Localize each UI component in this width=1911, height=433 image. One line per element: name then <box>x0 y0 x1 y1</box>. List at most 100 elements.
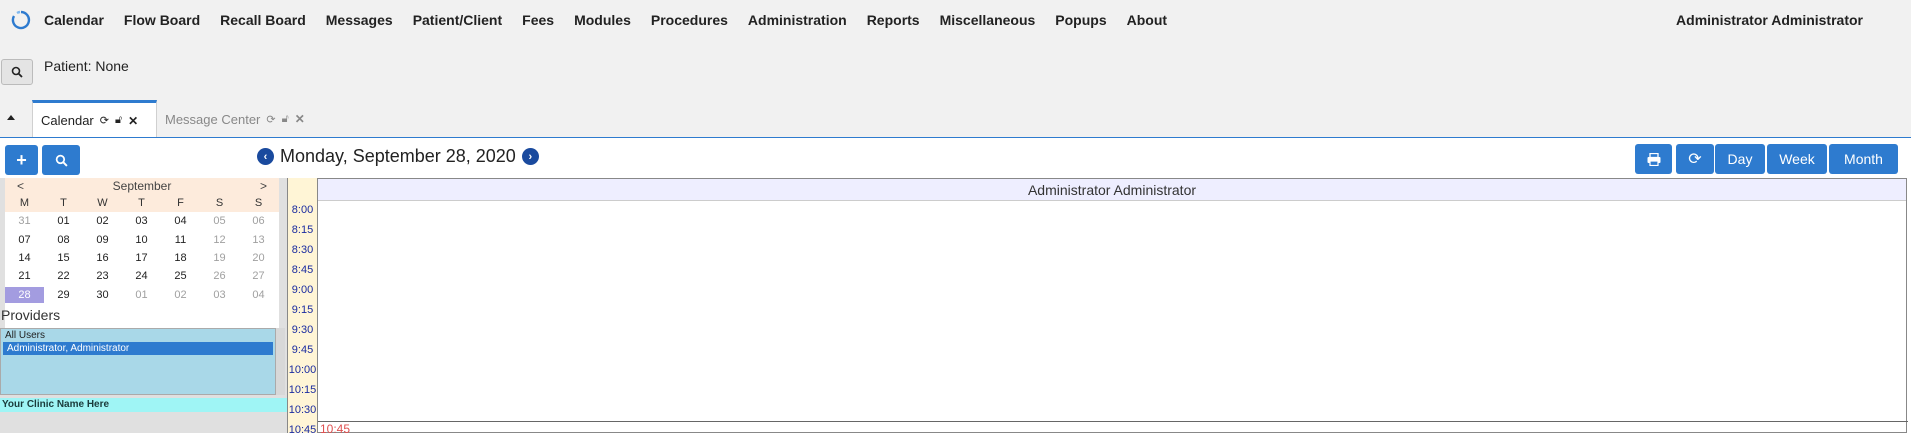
nav-calendar[interactable]: Calendar <box>44 12 104 28</box>
search-icon <box>55 154 68 167</box>
tab-label: Calendar <box>41 113 94 128</box>
calendar-day[interactable]: 17 <box>122 252 161 264</box>
calendar-day[interactable]: 10 <box>122 234 161 246</box>
calendar-day[interactable]: 24 <box>122 270 161 282</box>
calendar-day[interactable]: 02 <box>83 215 122 227</box>
search-events-button[interactable] <box>42 145 80 175</box>
calendar-day[interactable]: 23 <box>83 270 122 282</box>
time-slot-label[interactable]: 10:15 <box>288 380 317 400</box>
app-logo-icon[interactable] <box>10 9 32 31</box>
calendar-day[interactable]: 14 <box>5 252 44 264</box>
calendar-day[interactable]: 01 <box>122 289 161 301</box>
time-slot-label[interactable]: 10:30 <box>288 400 317 420</box>
mini-calendar-month: September <box>112 179 172 193</box>
calendar-day[interactable]: 15 <box>44 252 83 264</box>
collapse-up-icon[interactable] <box>7 115 15 120</box>
unlock-icon[interactable]: 🔓︎ <box>115 114 122 127</box>
day-view-button[interactable]: Day <box>1715 144 1765 174</box>
tab-label: Message Center <box>165 111 261 127</box>
nav-procedures[interactable]: Procedures <box>651 12 728 28</box>
calendar-day[interactable]: 16 <box>83 252 122 264</box>
calendar-day[interactable]: 26 <box>200 270 239 282</box>
tab-message-center[interactable]: Message Center ⟳ 🔓︎ ✕ <box>157 100 317 138</box>
close-icon[interactable]: ✕ <box>128 114 138 128</box>
nav-recall-board[interactable]: Recall Board <box>220 12 306 28</box>
provider-schedule[interactable]: Administrator Administrator 10:45 <box>317 178 1908 433</box>
providers-scrollbar[interactable] <box>276 328 285 395</box>
week-view-button[interactable]: Week <box>1767 144 1827 174</box>
calendar-day[interactable]: 29 <box>44 289 83 301</box>
time-slot-label[interactable]: 8:15 <box>288 220 317 240</box>
calendar-day[interactable]: 21 <box>5 270 44 282</box>
provider-column-header: Administrator Administrator <box>318 179 1906 201</box>
prev-month-link[interactable]: < <box>17 179 24 193</box>
calendar-day[interactable]: 30 <box>83 289 122 301</box>
calendar-day[interactable]: 12 <box>200 234 239 246</box>
time-slot-label[interactable]: 8:30 <box>288 240 317 260</box>
month-view-button[interactable]: Month <box>1829 144 1898 174</box>
calendar-day[interactable]: 01 <box>44 215 83 227</box>
calendar-day[interactable]: 07 <box>5 234 44 246</box>
prev-day-icon[interactable]: ‹ <box>257 148 274 165</box>
refresh-icon[interactable]: ⟳ <box>266 113 275 126</box>
time-slot-label[interactable]: 8:45 <box>288 260 317 280</box>
time-slot-label[interactable]: 9:15 <box>288 300 317 320</box>
patient-search-button[interactable] <box>1 59 33 85</box>
refresh-icon[interactable]: ⟳ <box>100 114 109 127</box>
top-nav: Calendar Flow Board Recall Board Message… <box>0 0 1911 40</box>
close-icon[interactable]: ✕ <box>295 112 305 126</box>
time-slot-label[interactable]: 9:30 <box>288 320 317 340</box>
calendar-day[interactable]: 04 <box>161 215 200 227</box>
calendar-day[interactable]: 06 <box>239 215 278 227</box>
calendar-day[interactable]: 31 <box>5 215 44 227</box>
calendar-day[interactable]: 09 <box>83 234 122 246</box>
time-slot-label[interactable]: 9:45 <box>288 340 317 360</box>
nav-popups[interactable]: Popups <box>1055 12 1106 28</box>
add-event-button[interactable]: + <box>5 145 38 175</box>
calendar-day[interactable]: 02 <box>161 289 200 301</box>
provider-option-selected[interactable]: Administrator, Administrator <box>3 342 273 355</box>
calendar-day[interactable]: 27 <box>239 270 278 282</box>
nav-administration[interactable]: Administration <box>748 12 847 28</box>
nav-messages[interactable]: Messages <box>326 12 393 28</box>
nav-flow-board[interactable]: Flow Board <box>124 12 200 28</box>
calendar-day[interactable]: 20 <box>239 252 278 264</box>
nav-about[interactable]: About <box>1127 12 1167 28</box>
unlock-icon[interactable]: 🔓︎ <box>282 113 289 126</box>
providers-select[interactable]: All Users Administrator, Administrator <box>0 328 276 395</box>
time-slot-10-45[interactable]: 10:45 <box>318 421 1908 433</box>
time-slot-label[interactable]: 10:45 <box>288 420 317 433</box>
calendar-day[interactable]: 11 <box>161 234 200 246</box>
nav-miscellaneous[interactable]: Miscellaneous <box>940 12 1036 28</box>
next-day-icon[interactable]: › <box>521 148 539 165</box>
calendar-day[interactable]: 05 <box>200 215 239 227</box>
calendar-day[interactable]: 13 <box>239 234 278 246</box>
nav-user-menu[interactable]: Administrator Administrator <box>1676 12 1863 28</box>
nav-fees[interactable]: Fees <box>522 12 554 28</box>
time-slot-label[interactable]: 10:00 <box>288 360 317 380</box>
calendar-day[interactable]: 04 <box>239 289 278 301</box>
time-slot-label[interactable]: 8:00 <box>288 200 317 220</box>
date-navigation: ‹ Monday, September 28, 2020 › <box>257 146 539 167</box>
calendar-day[interactable]: 22 <box>44 270 83 282</box>
calendar-day[interactable]: 03 <box>200 289 239 301</box>
calendar-day-today[interactable]: 28 <box>5 286 44 303</box>
time-column-spacer <box>288 178 317 200</box>
nav-patient-client[interactable]: Patient/Client <box>413 12 502 28</box>
calendar-day[interactable]: 25 <box>161 270 200 282</box>
nav-reports[interactable]: Reports <box>867 12 920 28</box>
current-date-title: Monday, September 28, 2020 <box>280 146 516 166</box>
provider-option[interactable]: All Users <box>1 329 275 342</box>
nav-modules[interactable]: Modules <box>574 12 631 28</box>
print-button[interactable] <box>1635 144 1672 174</box>
calendar-day[interactable]: 18 <box>161 252 200 264</box>
time-slot-label[interactable]: 9:00 <box>288 280 317 300</box>
tab-calendar[interactable]: Calendar ⟳ 🔓︎ ✕ <box>32 100 157 138</box>
refresh-button[interactable]: ⟳ <box>1676 144 1714 174</box>
calendar-day[interactable]: 03 <box>122 215 161 227</box>
next-month-link[interactable]: > <box>260 179 267 193</box>
weekday-label: T <box>60 197 67 210</box>
week-row: 21 22 23 24 25 26 27 <box>5 267 279 285</box>
calendar-day[interactable]: 19 <box>200 252 239 264</box>
calendar-day[interactable]: 08 <box>44 234 83 246</box>
